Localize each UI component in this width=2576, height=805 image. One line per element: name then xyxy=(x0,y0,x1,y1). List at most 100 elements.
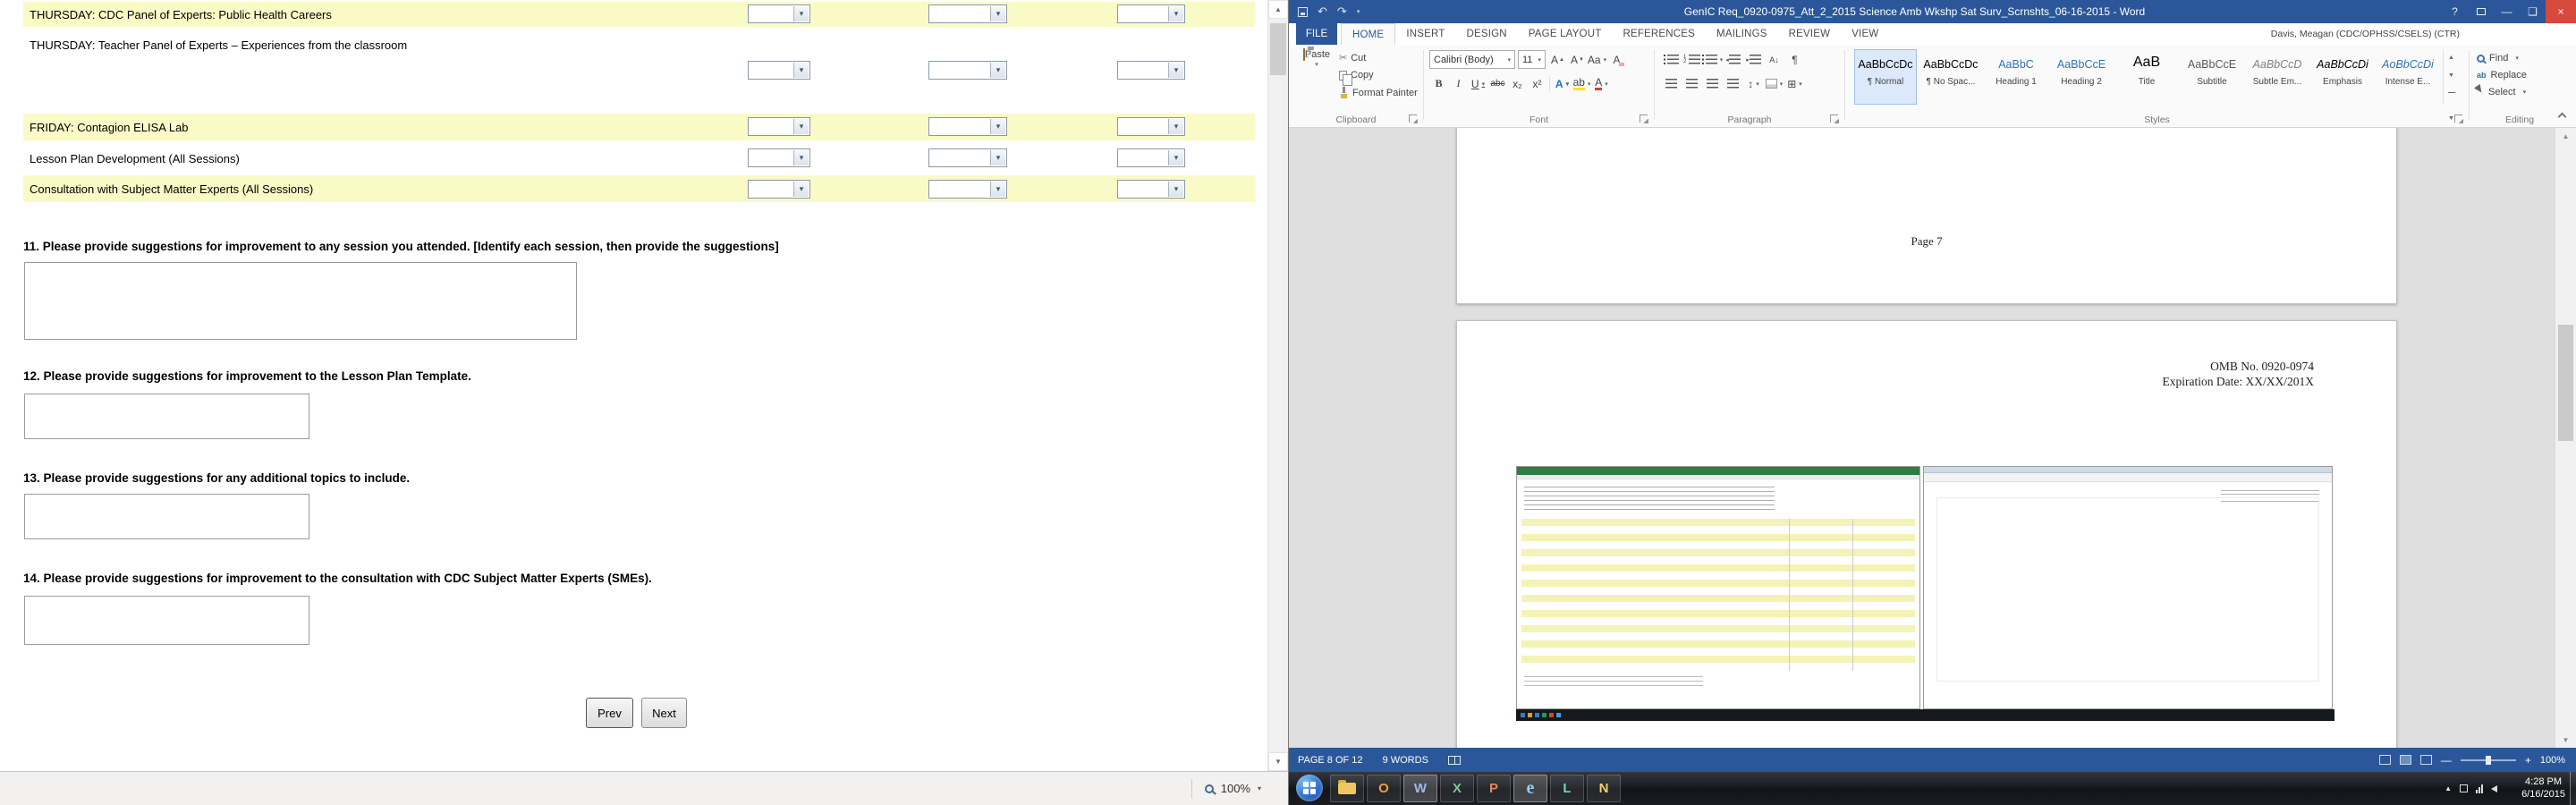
qat-customize-icon[interactable]: ▾ xyxy=(1357,8,1360,15)
word-count[interactable]: 9 WORDS xyxy=(1383,755,1428,766)
gallery-up-icon[interactable]: ▲ xyxy=(2444,49,2459,67)
style-card-subtitle[interactable]: AaBbCcE Subtitle xyxy=(2181,49,2243,105)
superscript-button[interactable]: x² xyxy=(1528,74,1546,93)
align-right-button[interactable] xyxy=(1703,74,1722,93)
cut-button[interactable]: ✂ Cut xyxy=(1339,53,1366,64)
format-painter-button[interactable]: Format Painter xyxy=(1339,87,1418,98)
redo-icon[interactable]: ↷ xyxy=(1337,4,1347,19)
taskbar-internet-explorer[interactable]: e xyxy=(1513,775,1547,802)
sort-button[interactable]: A↓ xyxy=(1765,50,1784,69)
zoom-slider-thumb[interactable] xyxy=(2486,756,2491,765)
save-icon[interactable] xyxy=(1298,7,1308,17)
browser-scrollbar[interactable]: ▲ ▼ xyxy=(1267,0,1288,771)
bullets-button[interactable] xyxy=(1662,50,1681,69)
volume-icon[interactable] xyxy=(2491,785,2497,792)
question-13-textarea[interactable] xyxy=(24,494,309,539)
session-rating-dropdown[interactable]: ▾ xyxy=(1117,4,1185,23)
shading-button[interactable]: ▾ xyxy=(1765,74,1784,93)
copy-button[interactable]: Copy xyxy=(1339,70,1374,80)
justify-button[interactable] xyxy=(1724,74,1742,93)
taskbar-outlook[interactable]: O xyxy=(1367,775,1401,802)
session-rating-dropdown[interactable]: ▾ xyxy=(928,180,1007,199)
font-size-combobox[interactable]: 11 ▾ xyxy=(1518,50,1546,69)
taskbar-word[interactable]: W xyxy=(1403,775,1437,802)
page-indicator[interactable]: PAGE 8 OF 12 xyxy=(1298,755,1363,766)
prev-button[interactable]: Prev xyxy=(586,698,633,728)
clipboard-dialog-launcher-icon[interactable] xyxy=(1409,114,1417,123)
session-rating-dropdown[interactable]: ▾ xyxy=(1117,148,1185,167)
grow-font-button[interactable]: A▲ xyxy=(1548,50,1567,69)
styles-dialog-launcher-icon[interactable] xyxy=(2454,114,2462,123)
question-11-textarea[interactable] xyxy=(24,262,577,340)
increase-indent-button[interactable]: ▸ xyxy=(1744,50,1763,69)
style-card-no-spacing[interactable]: AaBbCcDc ¶ No Spac... xyxy=(1919,49,1982,105)
session-rating-dropdown[interactable]: ▾ xyxy=(748,148,810,167)
scroll-up-arrow-icon[interactable]: ▲ xyxy=(2555,128,2576,144)
text-highlight-button[interactable]: ab▾ xyxy=(1572,74,1591,93)
zoom-control[interactable]: 100% ▾ xyxy=(1191,772,1261,805)
line-spacing-button[interactable]: ↕▾ xyxy=(1744,74,1763,93)
signed-in-user[interactable]: Davis, Meagan (CDC/OPHSS/CSELS) (CTR) xyxy=(2271,23,2460,45)
taskbar-notes[interactable]: N xyxy=(1587,775,1621,802)
tab-insert[interactable]: INSERT xyxy=(1395,23,1455,45)
zoom-out-button[interactable]: — xyxy=(2441,756,2452,765)
italic-button[interactable]: I xyxy=(1449,74,1468,93)
change-case-button[interactable]: Aa▾ xyxy=(1588,50,1606,69)
session-rating-dropdown[interactable]: ▾ xyxy=(748,4,810,23)
scrollbar-thumb[interactable] xyxy=(1270,23,1286,75)
taskbar-clock[interactable]: 4:28 PM 6/16/2015 xyxy=(2521,775,2565,801)
session-rating-dropdown[interactable]: ▾ xyxy=(928,117,1007,136)
paragraph-dialog-launcher-icon[interactable] xyxy=(1830,114,1838,123)
action-center-icon[interactable] xyxy=(2460,784,2468,792)
style-card-heading1[interactable]: AaBbC Heading 1 xyxy=(1985,49,2047,105)
select-button[interactable]: Select ▾ xyxy=(2477,87,2526,97)
tab-review[interactable]: REVIEW xyxy=(1778,23,1842,45)
zoom-in-button[interactable]: + xyxy=(2525,756,2531,765)
document-scrollbar[interactable]: ▲ ▼ xyxy=(2555,128,2576,748)
web-layout-icon[interactable] xyxy=(2420,755,2432,765)
question-12-textarea[interactable] xyxy=(24,394,309,439)
session-rating-dropdown[interactable]: ▾ xyxy=(748,180,810,199)
font-name-combobox[interactable]: Calibri (Body) ▾ xyxy=(1429,50,1515,69)
strikethrough-button[interactable]: abc xyxy=(1488,74,1507,93)
replace-button[interactable]: ab Replace xyxy=(2477,70,2527,80)
style-card-heading2[interactable]: AaBbCcE Heading 2 xyxy=(2050,49,2113,105)
tab-view[interactable]: VIEW xyxy=(1841,23,1889,45)
decrease-indent-button[interactable]: ◂ xyxy=(1724,50,1742,69)
font-color-button[interactable]: A▾ xyxy=(1592,74,1611,93)
tab-home[interactable]: HOME xyxy=(1341,23,1395,45)
scrollbar-thumb[interactable] xyxy=(2558,325,2573,441)
font-dialog-launcher-icon[interactable] xyxy=(1640,114,1648,123)
find-button[interactable]: Find ▾ xyxy=(2477,53,2519,64)
style-card-normal[interactable]: AaBbCcDc ¶ Normal xyxy=(1854,49,1917,105)
restore-button[interactable]: ❑ xyxy=(2520,0,2546,23)
taskbar-powerpoint[interactable]: P xyxy=(1477,775,1511,802)
gallery-down-icon[interactable]: ▼ xyxy=(2444,67,2459,85)
style-card-subtle-emphasis[interactable]: AaBbCcD Subtle Em... xyxy=(2246,49,2309,105)
session-rating-dropdown[interactable]: ▾ xyxy=(928,61,1007,80)
undo-icon[interactable]: ↶ xyxy=(1318,4,1327,19)
minimize-button[interactable]: — xyxy=(2494,0,2520,23)
underline-button[interactable]: U▾ xyxy=(1469,74,1487,93)
session-rating-dropdown[interactable]: ▾ xyxy=(928,148,1007,167)
scroll-down-arrow-icon[interactable]: ▼ xyxy=(1268,752,1288,771)
show-paragraph-marks-button[interactable]: ¶ xyxy=(1785,50,1804,69)
tab-file[interactable]: FILE xyxy=(1296,23,1337,45)
multilevel-list-button[interactable]: ▾ xyxy=(1703,50,1722,69)
borders-button[interactable]: ⊞▾ xyxy=(1785,74,1804,93)
tab-design[interactable]: DESIGN xyxy=(1455,23,1517,45)
next-button[interactable]: Next xyxy=(641,698,687,728)
help-button[interactable]: ? xyxy=(2442,0,2468,23)
print-layout-icon[interactable] xyxy=(2400,755,2411,765)
show-hidden-icons-icon[interactable]: ▲ xyxy=(2445,784,2452,792)
align-left-button[interactable] xyxy=(1662,74,1681,93)
session-rating-dropdown[interactable]: ▾ xyxy=(1117,180,1185,199)
proofing-icon[interactable] xyxy=(1448,756,1461,765)
style-card-title[interactable]: AaB Title xyxy=(2115,49,2178,105)
session-rating-dropdown[interactable]: ▾ xyxy=(748,117,810,136)
tab-mailings[interactable]: MAILINGS xyxy=(1706,23,1778,45)
network-icon[interactable] xyxy=(2476,784,2483,793)
bold-button[interactable]: B xyxy=(1429,74,1448,93)
style-card-emphasis[interactable]: AaBbCcDi Emphasis xyxy=(2311,49,2374,105)
taskbar-excel[interactable]: X xyxy=(1440,775,1474,802)
